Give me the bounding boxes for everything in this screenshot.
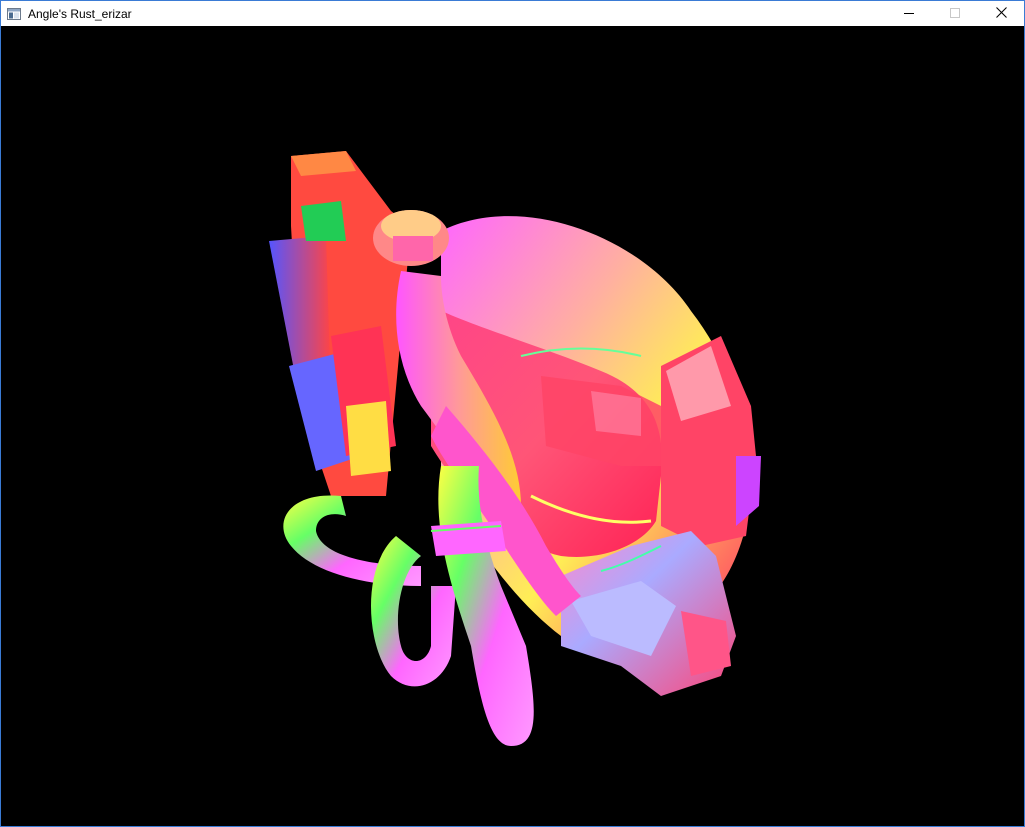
render-viewport[interactable] [1,26,1024,826]
rendered-3d-model [269,151,761,746]
maximize-icon [950,5,960,23]
close-button[interactable] [978,1,1024,26]
window-app-icon[interactable] [6,6,22,22]
minimize-button[interactable] [886,1,932,26]
close-icon [995,5,1007,23]
title-bar[interactable]: Angle's Rust_erizar [1,1,1024,26]
window-controls [886,1,1024,26]
maximize-button[interactable] [932,1,978,26]
window-title: Angle's Rust_erizar [28,6,132,21]
app-window: Angle's Rust_erizar [0,0,1025,827]
minimize-icon [904,5,914,23]
